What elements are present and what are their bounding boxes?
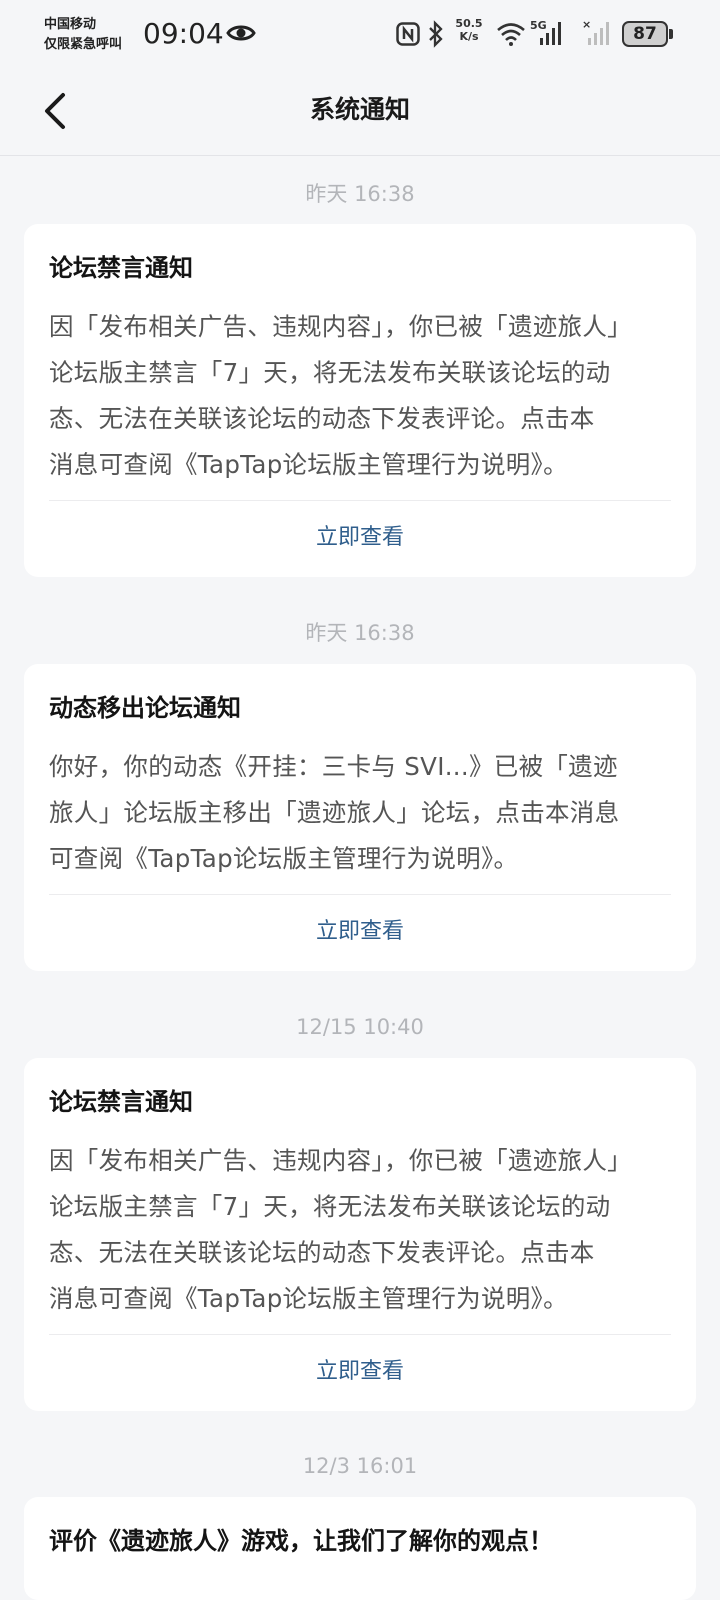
notification-title: 论坛禁言通知: [49, 1088, 193, 1116]
notification-body-line: 论坛版主禁言「7」天，将无法发布关联该论坛的动: [49, 358, 611, 387]
status-bar: 中国移动 仅限紧急呼叫 09:04 50.5 K/s 5G × 87: [0, 0, 720, 70]
view-now-button[interactable]: 立即查看: [24, 520, 696, 556]
notification-body-line: 态、无法在关联该论坛的动态下发表评论。点击本: [49, 1238, 595, 1267]
notification-body: 因「发布相关广告、违规内容」，你已被「遗迹旅人」 论坛版主禁言「7」天，将无法发…: [49, 1138, 671, 1322]
notification-body-line: 你好，你的动态《开挂：三卡与 SVI...》已被「遗迹: [49, 752, 618, 781]
notification-card[interactable]: 论坛禁言通知 因「发布相关广告、违规内容」，你已被「遗迹旅人」 论坛版主禁言「7…: [24, 224, 696, 577]
notification-body-line: 论坛版主禁言「7」天，将无法发布关联该论坛的动: [49, 1192, 611, 1221]
eye-icon: [226, 25, 256, 41]
notification-time: 12/3 16:01: [302, 1454, 418, 1478]
notification-body-line: 消息可查阅《TapTap论坛版主管理行为说明》。: [49, 1284, 568, 1313]
notification-card[interactable]: 论坛禁言通知 因「发布相关广告、违规内容」，你已被「遗迹旅人」 论坛版主禁言「7…: [24, 1058, 696, 1411]
view-now-button[interactable]: 立即查看: [24, 914, 696, 950]
notification-body-line: 旅人」论坛版主移出「遗迹旅人」论坛，点击本消息: [49, 798, 620, 827]
notification-time: 昨天 16:38: [305, 621, 415, 645]
view-now-button[interactable]: 立即查看: [24, 1354, 696, 1390]
network-speed: 50.5 K/s: [452, 17, 486, 43]
carrier-info: 中国移动 仅限紧急呼叫: [44, 15, 122, 55]
network-speed-value: 50.5: [455, 17, 483, 30]
bluetooth-icon: [429, 20, 443, 48]
notification-body: 你好，你的动态《开挂：三卡与 SVI...》已被「遗迹 旅人」论坛版主移出「遗迹…: [49, 744, 671, 882]
nfc-icon: [396, 22, 420, 46]
wifi-icon: [497, 23, 525, 46]
card-divider: [49, 1334, 671, 1335]
battery-indicator: 87: [622, 21, 673, 47]
notification-title: 动态移出论坛通知: [49, 694, 241, 722]
navigation-bar: 系统通知: [0, 70, 720, 156]
card-divider: [49, 500, 671, 501]
carrier-name: 中国移动: [44, 17, 97, 32]
notification-time: 昨天 16:38: [305, 182, 415, 206]
notification-time: 12/15 10:40: [296, 1015, 424, 1039]
card-divider: [49, 894, 671, 895]
notification-body-line: 消息可查阅《TapTap论坛版主管理行为说明》。: [49, 450, 568, 479]
svg-text:5G: 5G: [530, 19, 547, 32]
notification-card[interactable]: 评价《遗迹旅人》游戏，让我们了解你的观点！: [24, 1497, 696, 1600]
notification-body-line: 态、无法在关联该论坛的动态下发表评论。点击本: [49, 404, 595, 433]
svg-text:×: ×: [582, 18, 591, 31]
page-title: 系统通知: [309, 95, 410, 124]
status-time: 09:04: [143, 17, 224, 50]
carrier-status: 仅限紧急呼叫: [44, 37, 123, 52]
notification-title: 论坛禁言通知: [49, 254, 193, 282]
notification-body-line: 因「发布相关广告、违规内容」，你已被「遗迹旅人」: [49, 1146, 632, 1175]
notification-body: 因「发布相关广告、违规内容」，你已被「遗迹旅人」 论坛版主禁言「7」天，将无法发…: [49, 304, 671, 488]
cellular-signal-2-icon: ×: [582, 18, 609, 45]
notification-title: 评价《遗迹旅人》游戏，让我们了解你的观点！: [49, 1527, 553, 1555]
notification-body-line: 可查阅《TapTap论坛版主管理行为说明》。: [49, 844, 519, 873]
network-speed-unit: K/s: [459, 30, 479, 43]
notification-card[interactable]: 动态移出论坛通知 你好，你的动态《开挂：三卡与 SVI...》已被「遗迹 旅人」…: [24, 664, 696, 971]
notification-body-line: 因「发布相关广告、违规内容」，你已被「遗迹旅人」: [49, 312, 632, 341]
cellular-signal-icon: 5G: [530, 19, 561, 45]
